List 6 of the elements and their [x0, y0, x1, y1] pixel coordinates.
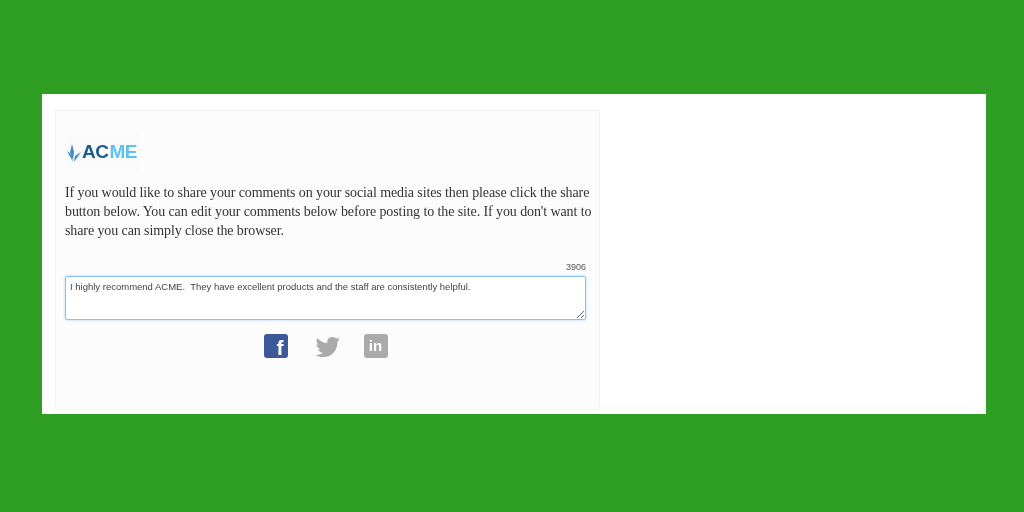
logo-text: AC — [82, 141, 109, 163]
character-count: 3906 — [565, 262, 586, 272]
comment-field[interactable]: I highly recommend ACME. They have excellent products and the staff are consistently helpful. — [65, 276, 586, 320]
logo-text: ME — [109, 141, 137, 163]
instructions-text: If you would like to share your comments on your social media sites then please click the share button below. You can edit your comments below before posting to the site. If you don't want to share you can simply close the browser. — [65, 184, 593, 240]
facebook-button[interactable]: f — [263, 334, 288, 358]
